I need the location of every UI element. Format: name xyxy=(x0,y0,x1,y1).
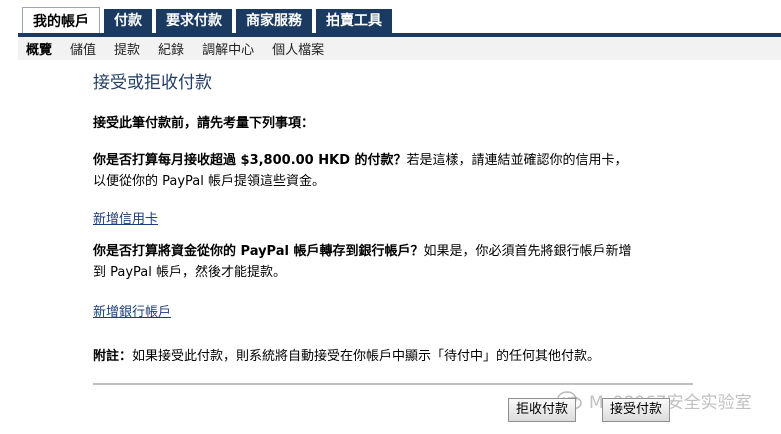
subnav-withdraw[interactable]: 提款 xyxy=(114,39,140,58)
question-bank-transfer-line2: 到 PayPal 帳戶，然後才能提款。 xyxy=(93,265,287,280)
note: 附註：如果接受此付款，則系統將自動接受在你帳戶中顯示「待付中」的任何其他付款。 xyxy=(93,346,753,367)
question-bank-transfer-bold: 你是否打算將資金從你的 PayPal 帳戶轉存到銀行帳戶？ xyxy=(93,244,424,259)
main-content: 接受或拒收付款 接受此筆付款前，請先考量下列事項： 你是否打算每月接收超過 $3… xyxy=(93,62,753,377)
tab-pay[interactable]: 付款 xyxy=(104,9,152,33)
question-monthly-limit-line2: 以便從你的 PayPal 帳戶提領這些資金。 xyxy=(93,174,326,189)
sub-navigation: 概覽 儲值 提款 紀錄 調解中心 個人檔案 xyxy=(18,37,781,60)
top-tab-bar: 我的帳戶 付款 要求付款 商家服務 拍賣工具 xyxy=(0,0,781,37)
question-monthly-limit-rest: 若是這樣，請連結並確認你的信用卡， xyxy=(406,153,628,168)
subnav-history[interactable]: 紀錄 xyxy=(158,39,184,58)
accept-payment-button[interactable]: 接受付款 xyxy=(602,398,671,422)
question-bank-transfer: 你是否打算將資金從你的 PayPal 帳戶轉存到銀行帳戶？如果是，你必須首先將銀… xyxy=(93,241,753,283)
question-monthly-limit-bold: 你是否打算每月接收超過 $3,800.00 HKD 的付款？ xyxy=(93,153,407,168)
reject-payment-button[interactable]: 拒收付款 xyxy=(508,398,577,422)
note-text: 如果接受此付款，則系統將自動接受在你帳戶中顯示「待付中」的任何其他付款。 xyxy=(132,349,601,364)
tab-my-account[interactable]: 我的帳戶 xyxy=(22,7,100,35)
tab-auction-tools[interactable]: 拍賣工具 xyxy=(316,9,392,33)
tab-request-payment[interactable]: 要求付款 xyxy=(156,9,232,33)
subnav-overview[interactable]: 概覽 xyxy=(26,39,52,58)
tab-merchant-services[interactable]: 商家服務 xyxy=(236,9,312,33)
add-bank-account-link[interactable]: 新增銀行帳戶 xyxy=(93,301,171,320)
add-credit-card-link[interactable]: 新增信用卡 xyxy=(93,208,158,227)
page-title: 接受或拒收付款 xyxy=(93,73,212,93)
question-bank-transfer-rest: 如果是，你必須首先將銀行帳戶新增 xyxy=(423,244,632,259)
subnav-add-funds[interactable]: 儲值 xyxy=(70,39,96,58)
subnav-profile[interactable]: 個人檔案 xyxy=(272,39,324,58)
subnav-resolution-center[interactable]: 調解中心 xyxy=(202,39,254,58)
divider xyxy=(93,383,693,385)
note-label: 附註： xyxy=(93,349,133,364)
intro-text: 接受此筆付款前，請先考量下列事項： xyxy=(93,116,315,131)
question-monthly-limit: 你是否打算每月接收超過 $3,800.00 HKD 的付款？若是這樣，請連結並確… xyxy=(93,150,753,192)
